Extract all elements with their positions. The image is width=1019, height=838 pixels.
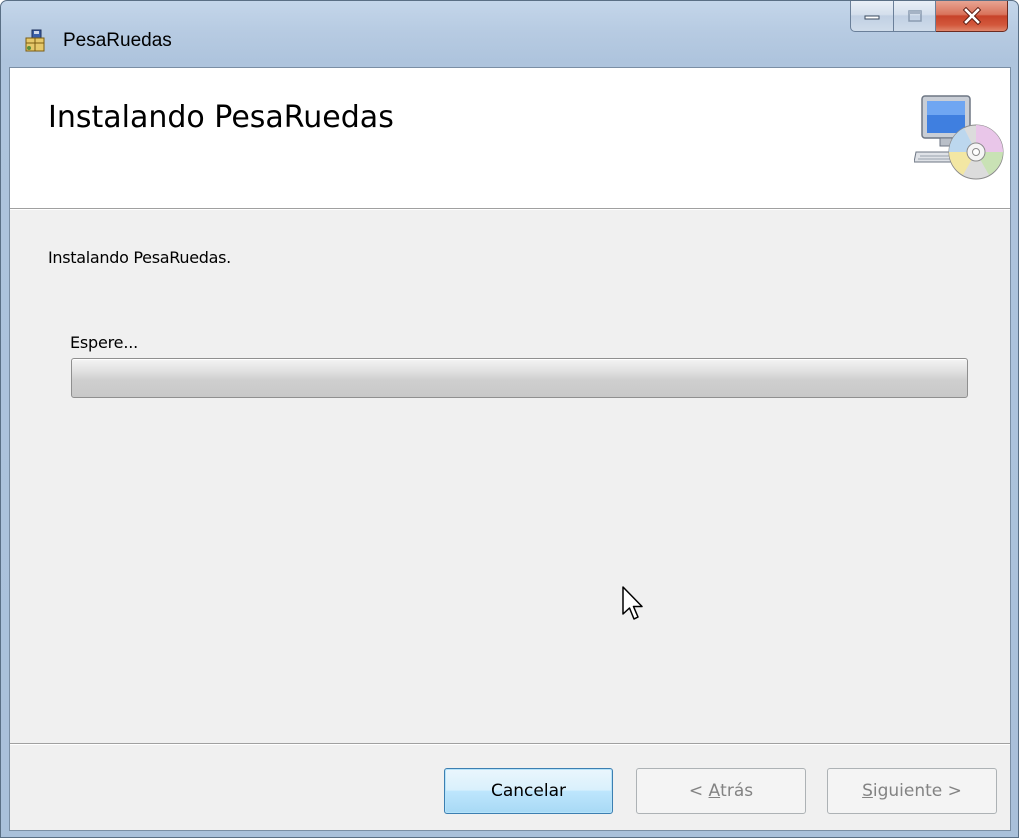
back-button-prefix: < (688, 781, 709, 801)
maximize-button[interactable] (894, 1, 936, 32)
cancel-button-label: Cancelar (491, 781, 566, 801)
close-icon (962, 7, 981, 25)
window-title: PesaRuedas (63, 30, 172, 51)
close-button[interactable] (936, 1, 1008, 32)
minimize-icon (864, 15, 880, 20)
progress-bar (71, 358, 968, 398)
installer-icon (25, 29, 45, 52)
minimize-button[interactable] (850, 1, 894, 32)
installer-window: PesaRuedas Instalando PesaRuedas Instala… (0, 0, 1019, 838)
page-title: Instalando PesaRuedas (48, 100, 394, 135)
header-separator (10, 209, 1010, 210)
back-button-accelerator: A (708, 781, 721, 801)
dialog-client-area: Instalando PesaRuedas Instalando PesaRue… (9, 67, 1011, 831)
next-button[interactable]: Siguiente > (827, 768, 997, 814)
maximize-icon (907, 10, 922, 22)
footer-separator-highlight (10, 744, 1010, 745)
computer-cd-icon (914, 95, 1004, 180)
status-text: Instalando PesaRuedas. (48, 248, 231, 267)
next-button-accelerator: S (862, 781, 873, 801)
caption-buttons (850, 1, 1008, 32)
progress-label: Espere... (70, 333, 138, 352)
cancel-button[interactable]: Cancelar (444, 768, 613, 814)
back-button[interactable]: < Atrás (636, 768, 806, 814)
header-banner: Instalando PesaRuedas (10, 68, 1010, 209)
title-bar[interactable]: PesaRuedas (1, 1, 1018, 67)
mouse-pointer-icon (622, 586, 643, 620)
next-button-label: iguiente > (872, 781, 962, 801)
back-button-label: trás (720, 781, 754, 801)
